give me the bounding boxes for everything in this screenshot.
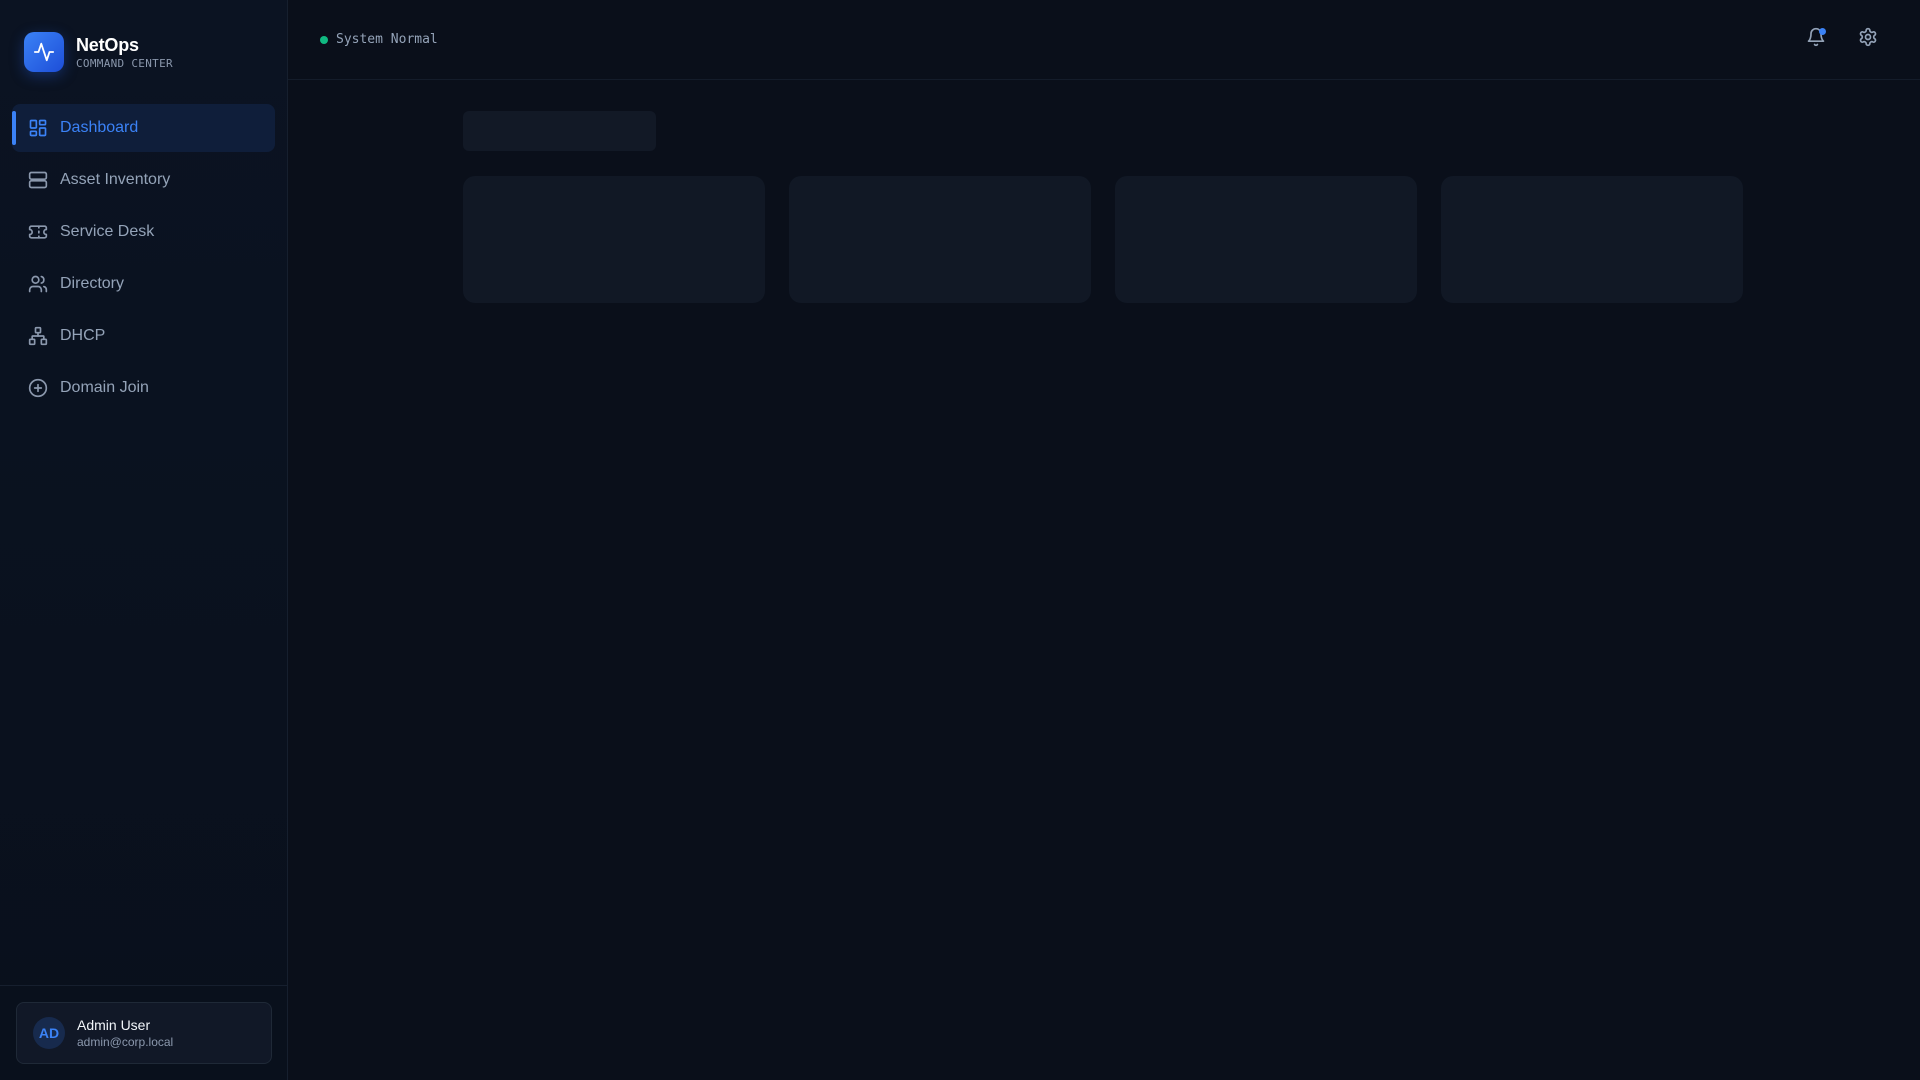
loading-card-placeholder (1441, 176, 1743, 303)
sidebar-item-label: Directory (60, 275, 125, 292)
sidebar-item-asset-inventory[interactable]: Asset Inventory (12, 156, 275, 204)
sidebar-item-label: Dashboard (60, 119, 139, 136)
user-name: Admin User (77, 1017, 151, 1033)
top-bar: System Normal (288, 0, 1920, 80)
sidebar-item-dashboard[interactable]: Dashboard (12, 104, 275, 152)
activity-icon (24, 32, 64, 72)
layout-dashboard-icon (28, 118, 48, 138)
user-email: admin@corp.local (77, 1035, 174, 1049)
gear-icon (1858, 27, 1878, 52)
sidebar-item-dhcp[interactable]: DHCP (12, 312, 275, 360)
sidebar-item-domain-join[interactable]: Domain Join (12, 364, 275, 412)
loading-card-placeholder (1115, 176, 1417, 303)
brand-subtitle: COMMAND CENTER (76, 56, 173, 70)
notification-badge (1819, 27, 1826, 35)
sidebar-footer: AD Admin User admin@corp.local (0, 985, 287, 1080)
dashboard-content (288, 80, 1920, 303)
sidebar-item-label: DHCP (60, 327, 106, 344)
top-actions (1784, 20, 1888, 60)
sidebar-item-label: Domain Join (60, 379, 149, 396)
sidebar: NetOps COMMAND CENTER Dashboard Asset In… (0, 0, 288, 1080)
sidebar-item-directory[interactable]: Directory (12, 260, 275, 308)
sidebar-item-service-desk[interactable]: Service Desk (12, 208, 275, 256)
sidebar-item-label: Asset Inventory (60, 171, 171, 188)
user-card[interactable]: AD Admin User admin@corp.local (16, 1002, 272, 1064)
brand-text: NetOps COMMAND CENTER (76, 34, 173, 71)
main-area: System Normal (288, 0, 1920, 1080)
sidebar-item-label: Service Desk (60, 223, 155, 240)
loading-card-placeholder (463, 176, 765, 303)
status-text: System Normal (336, 32, 438, 47)
notifications-button[interactable] (1796, 20, 1836, 60)
settings-button[interactable] (1848, 20, 1888, 60)
sidebar-nav: Dashboard Asset Inventory Service Desk D… (0, 104, 287, 416)
network-icon (28, 326, 48, 346)
app-shell: NetOps COMMAND CENTER Dashboard Asset In… (0, 0, 1920, 1080)
user-info: Admin User admin@corp.local (77, 1016, 173, 1050)
brand[interactable]: NetOps COMMAND CENTER (0, 0, 287, 80)
brand-name: NetOps (76, 34, 139, 55)
loading-card-placeholder (789, 176, 1091, 303)
status-dot (320, 35, 328, 44)
system-status: System Normal (320, 32, 438, 47)
users-icon (28, 274, 48, 294)
server-icon (28, 170, 48, 190)
ticket-icon (28, 222, 48, 242)
avatar: AD (33, 1017, 65, 1049)
stat-cards-placeholder (463, 176, 1920, 303)
plus-circle-icon (28, 378, 48, 398)
loading-title-placeholder (463, 111, 656, 151)
